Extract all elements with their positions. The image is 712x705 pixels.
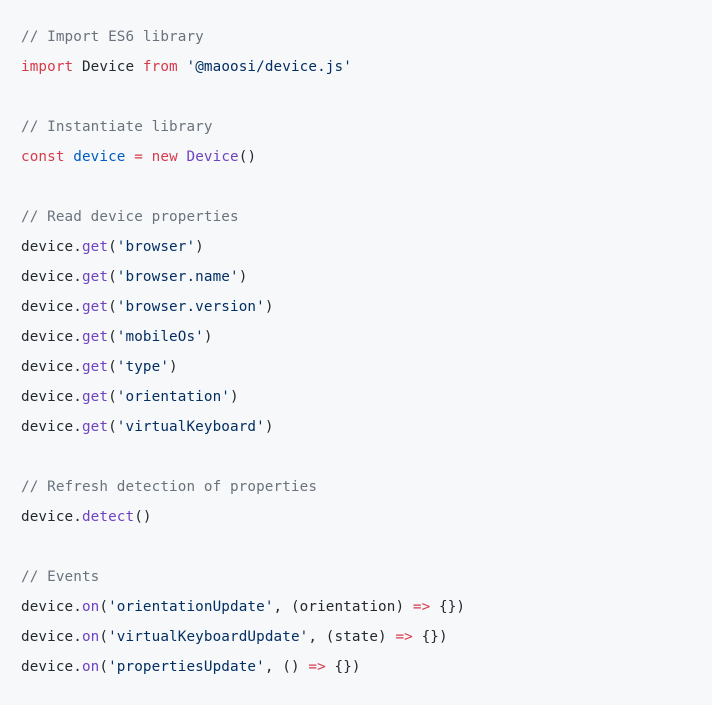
code-token-keyword: from <box>143 59 178 75</box>
code-line: // Instantiate library <box>21 119 213 135</box>
code-token-default: , (orientation) <box>274 599 413 615</box>
code-token-keyword: => <box>308 659 325 675</box>
code-token-string: 'browser' <box>117 239 195 255</box>
code-line: device.get('browser.version') <box>21 299 274 315</box>
code-line: device.on('virtualKeyboardUpdate', (stat… <box>21 629 448 645</box>
code-token-string: 'virtualKeyboard' <box>117 419 265 435</box>
code-token-string: 'virtualKeyboardUpdate' <box>108 629 308 645</box>
code-token-default: {}) <box>430 599 465 615</box>
code-token-default: ) <box>265 419 274 435</box>
code-token-default: ) <box>204 329 213 345</box>
code-token-default: ( <box>108 359 117 375</box>
code-line: device.detect() <box>21 509 152 525</box>
code-token-default: ( <box>99 629 108 645</box>
code-token-func: get <box>82 239 108 255</box>
code-token-string: 'browser.version' <box>117 299 265 315</box>
code-token-func: Device <box>187 149 239 165</box>
code-line: device.on('propertiesUpdate', () => {}) <box>21 659 361 675</box>
code-line: // Read device properties <box>21 209 239 225</box>
code-block: // Import ES6 library import Device from… <box>0 0 712 704</box>
code-token-comment: // Read device properties <box>21 209 239 225</box>
code-line: device.get('mobileOs') <box>21 329 213 345</box>
code-token-default: ) <box>230 389 239 405</box>
code-token-func: on <box>82 659 99 675</box>
code-token-default: ) <box>169 359 178 375</box>
code-token-comment: // Refresh detection of properties <box>21 479 317 495</box>
code-line: device.get('virtualKeyboard') <box>21 419 274 435</box>
code-token-default <box>65 149 74 165</box>
code-token-keyword: import <box>21 59 73 75</box>
code-token-default: {}) <box>326 659 361 675</box>
code-token-default: ( <box>99 599 108 615</box>
code-token-func: get <box>82 359 108 375</box>
code-line: // Import ES6 library <box>21 29 204 45</box>
code-token-comment: // Import ES6 library <box>21 29 204 45</box>
code-line: device.get('browser') <box>21 239 204 255</box>
code-token-default: device. <box>21 659 82 675</box>
code-line: // Events <box>21 569 99 585</box>
code-token-func: on <box>82 599 99 615</box>
code-token-default <box>143 149 152 165</box>
code-token-default: ( <box>99 659 108 675</box>
code-token-default: Device <box>73 59 143 75</box>
code-token-default: ) <box>239 269 248 285</box>
code-token-string: 'orientationUpdate' <box>108 599 273 615</box>
code-line: import Device from '@maoosi/device.js' <box>21 59 352 75</box>
code-token-default: ( <box>108 419 117 435</box>
code-token-default: device. <box>21 389 82 405</box>
code-token-default: {}) <box>413 629 448 645</box>
code-token-string: 'propertiesUpdate' <box>108 659 265 675</box>
code-token-func: get <box>82 269 108 285</box>
code-token-func: detect <box>82 509 134 525</box>
code-token-default: device. <box>21 599 82 615</box>
code-token-default: device. <box>21 419 82 435</box>
code-token-default: device. <box>21 329 82 345</box>
code-token-default: () <box>239 149 256 165</box>
code-token-keyword: = <box>134 149 143 165</box>
code-token-default: ( <box>108 329 117 345</box>
code-token-default: device. <box>21 239 82 255</box>
code-token-string: '@maoosi/device.js' <box>186 59 351 75</box>
code-token-default <box>126 149 135 165</box>
code-token-default: device. <box>21 359 82 375</box>
code-token-func: get <box>82 299 108 315</box>
code-line: device.get('type') <box>21 359 178 375</box>
code-token-string: 'orientation' <box>117 389 230 405</box>
code-token-default: device. <box>21 629 82 645</box>
code-token-default: device. <box>21 509 82 525</box>
code-token-default: , () <box>265 659 309 675</box>
code-token-func: get <box>82 329 108 345</box>
code-token-keyword: const <box>21 149 65 165</box>
code-token-default <box>178 149 187 165</box>
code-token-string: 'mobileOs' <box>117 329 204 345</box>
code-token-default: ( <box>108 239 117 255</box>
code-token-string: 'type' <box>117 359 169 375</box>
code-token-default: ( <box>108 389 117 405</box>
code-token-default: device. <box>21 299 82 315</box>
code-token-keyword: new <box>152 149 178 165</box>
code-token-default: ) <box>265 299 274 315</box>
code-token-declare: device <box>73 149 125 165</box>
code-line: device.on('orientationUpdate', (orientat… <box>21 599 465 615</box>
code-line: const device = new Device() <box>21 149 256 165</box>
code-token-comment: // Instantiate library <box>21 119 213 135</box>
code-token-comment: // Events <box>21 569 99 585</box>
code-token-func: get <box>82 419 108 435</box>
code-token-default: device. <box>21 269 82 285</box>
code-token-keyword: => <box>395 629 412 645</box>
code-token-default: ( <box>108 269 117 285</box>
code-token-default: ) <box>195 239 204 255</box>
code-token-default: ( <box>108 299 117 315</box>
code-token-default: () <box>134 509 151 525</box>
code-token-default: , (state) <box>308 629 395 645</box>
code-token-func: on <box>82 629 99 645</box>
code-token-func: get <box>82 389 108 405</box>
code-line: device.get('orientation') <box>21 389 239 405</box>
code-line: device.get('browser.name') <box>21 269 247 285</box>
code-token-keyword: => <box>413 599 430 615</box>
code-token-string: 'browser.name' <box>117 269 239 285</box>
code-line: // Refresh detection of properties <box>21 479 317 495</box>
